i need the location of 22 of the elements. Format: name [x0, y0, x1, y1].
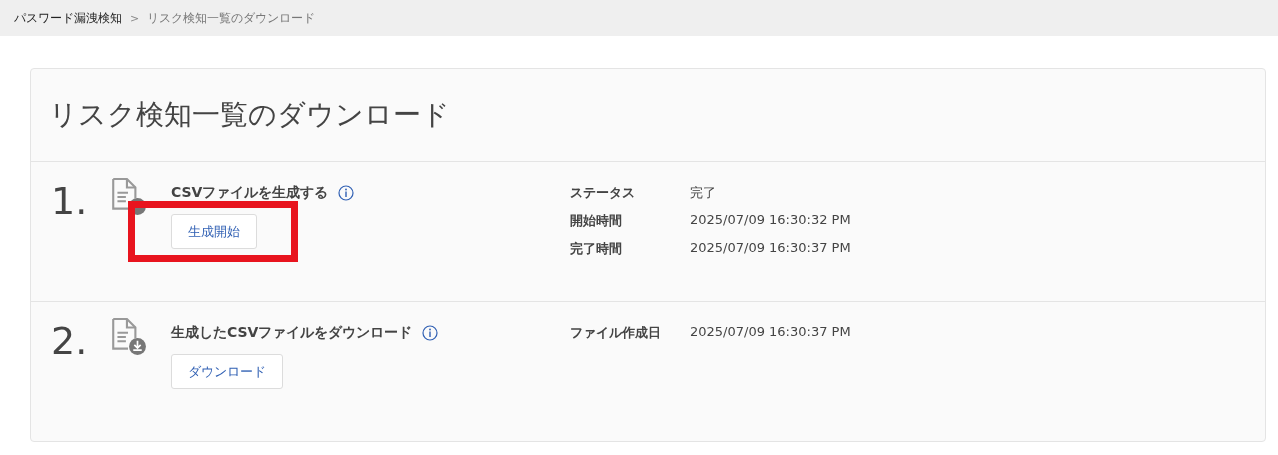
- detail-label: 開始時間: [570, 212, 623, 230]
- breadcrumb-current: リスク検知一覧のダウンロード: [147, 9, 316, 27]
- detail-label: 完了時間: [570, 240, 623, 258]
- detail-label: ステータス: [570, 184, 636, 202]
- detail-value: 完了: [690, 184, 717, 202]
- breadcrumb-link[interactable]: パスワード漏洩検知: [14, 9, 122, 27]
- breadcrumb-separator: >: [130, 11, 140, 25]
- detail-value: 2025/07/09 16:30:37 PM: [690, 240, 851, 257]
- step-title: CSVファイルを生成する: [171, 184, 329, 202]
- detail-label: ファイル作成日: [570, 324, 662, 342]
- info-icon[interactable]: [338, 185, 355, 201]
- step-number: 2.: [50, 318, 89, 365]
- start-button[interactable]: 生成開始: [171, 214, 257, 249]
- file-minus-icon: [109, 178, 147, 216]
- detail-value: 2025/07/09 16:30:32 PM: [690, 212, 851, 229]
- detail-value: 2025/07/09 16:30:37 PM: [690, 324, 851, 341]
- info-icon[interactable]: [422, 325, 439, 341]
- step-number: 1.: [50, 178, 89, 225]
- file-download-icon: [109, 318, 147, 356]
- step-title: 生成したCSVファイルをダウンロード: [171, 324, 413, 342]
- page-title: リスク検知一覧のダウンロード: [31, 69, 1265, 162]
- download-button[interactable]: ダウンロード: [171, 354, 283, 389]
